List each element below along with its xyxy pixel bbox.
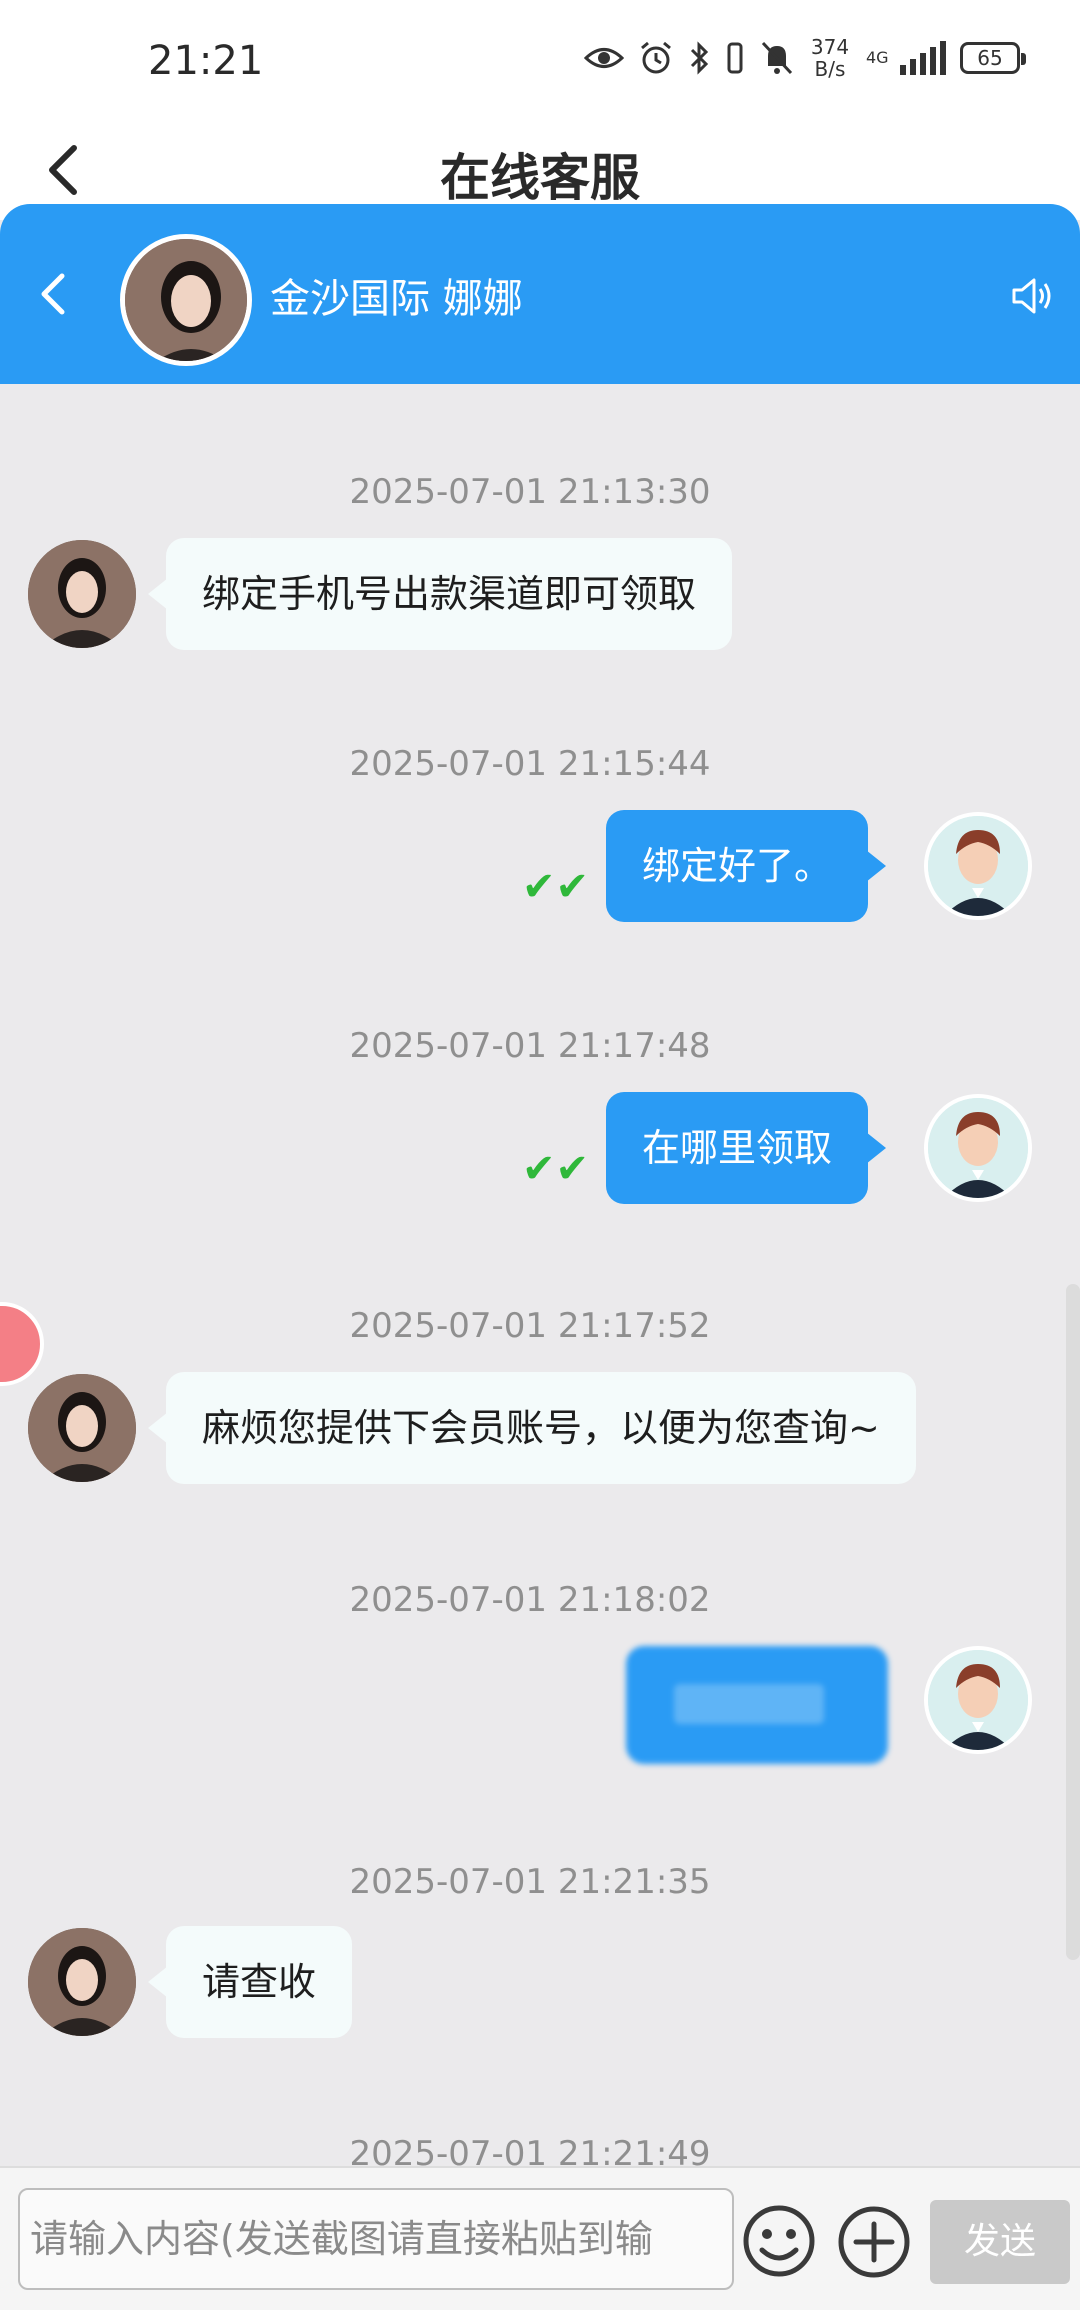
- agent-avatar-small[interactable]: [28, 1374, 136, 1482]
- chat-back-icon[interactable]: [36, 270, 72, 318]
- bluetooth-icon: [690, 41, 709, 75]
- alarm-icon: [641, 41, 671, 74]
- message-timestamp: 2025-07-01 21:17:52: [349, 1306, 711, 1346]
- net-speed-value: 374: [810, 35, 850, 59]
- agent-avatar[interactable]: [120, 234, 252, 366]
- message-bubble-outgoing[interactable]: 绑定好了。: [606, 810, 887, 922]
- chat-header: 金沙国际 娜娜: [0, 204, 1080, 384]
- agent-avatar-small[interactable]: [28, 540, 136, 648]
- read-receipt-icon: ✔✔: [522, 864, 590, 910]
- message-timestamp: 2025-07-01 21:17:48: [349, 1026, 711, 1066]
- page-title: 在线客服: [440, 149, 640, 207]
- message-bubble-redacted[interactable]: [626, 1646, 888, 1764]
- scrollbar[interactable]: [1066, 1284, 1080, 1960]
- speaker-icon[interactable]: [1008, 272, 1056, 320]
- message-timestamp: 2025-07-01 21:13:30: [349, 472, 711, 512]
- network-type: 4G: [866, 48, 889, 67]
- message-bubble-incoming[interactable]: 麻烦您提供下会员账号，以便为您查询~: [148, 1372, 916, 1484]
- agent-name: 金沙国际 娜娜: [270, 276, 523, 322]
- user-avatar[interactable]: [924, 1094, 1032, 1202]
- emoji-icon[interactable]: [742, 2204, 816, 2278]
- message-input[interactable]: [18, 2188, 734, 2290]
- send-button[interactable]: 发送: [930, 2200, 1070, 2284]
- message-timestamp: 2025-07-01 21:18:02: [349, 1580, 711, 1620]
- message-bubble-incoming[interactable]: 请查收: [147, 1926, 353, 2038]
- user-avatar[interactable]: [924, 1646, 1032, 1754]
- status-time: 21:21: [148, 38, 264, 84]
- attach-icon[interactable]: [836, 2204, 912, 2280]
- message-list[interactable]: 2025-07-01 21:13:30 绑定手机号出款渠道即可领取 2025-0…: [0, 384, 1080, 2166]
- read-receipt-icon: ✔✔: [522, 1146, 590, 1192]
- mute-icon: [761, 41, 793, 75]
- message-bubble-incoming[interactable]: 绑定手机号出款渠道即可领取: [147, 538, 733, 650]
- user-avatar[interactable]: [924, 812, 1032, 920]
- status-icons: 374 B/s 4G 65: [584, 36, 1026, 80]
- battery-icon: 65: [960, 42, 1026, 74]
- message-timestamp: 2025-07-01 21:15:44: [349, 744, 711, 784]
- agent-avatar-small[interactable]: [28, 1928, 136, 2036]
- battery-level: 65: [977, 46, 1003, 70]
- message-timestamp: 2025-07-01 21:21:35: [349, 1862, 711, 1902]
- message-timestamp: 2025-07-01 21:21:49: [349, 2134, 711, 2166]
- message-bubble-outgoing[interactable]: 在哪里领取: [606, 1092, 887, 1204]
- input-bar: 发送: [0, 2166, 1080, 2310]
- net-speed: 374 B/s: [808, 36, 852, 80]
- vibrate-icon: [727, 42, 743, 74]
- signal-icon: [900, 41, 946, 75]
- eye-icon: [584, 48, 624, 68]
- status-bar: 21:21 374 B/s 4G 65: [0, 0, 1080, 120]
- net-speed-unit: B/s: [814, 57, 846, 81]
